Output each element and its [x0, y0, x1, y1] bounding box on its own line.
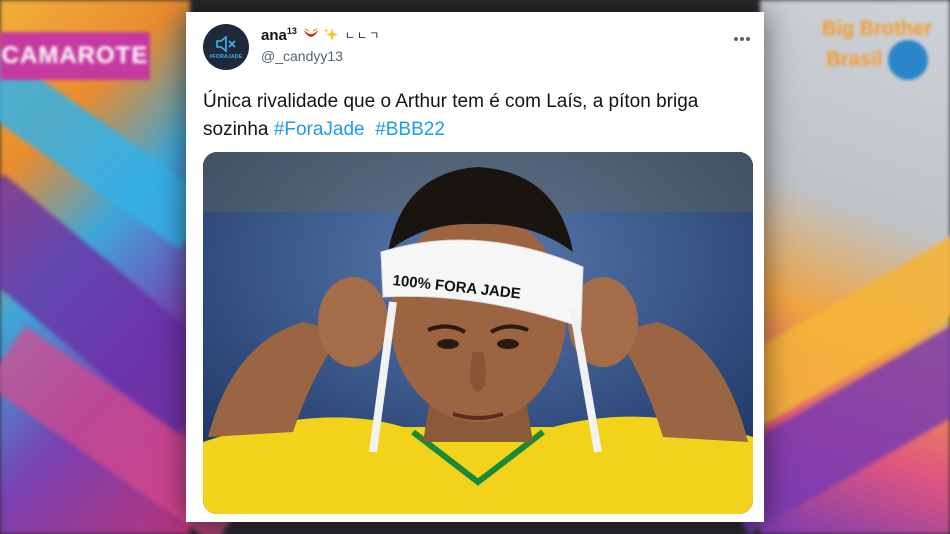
name-suffix: ㄴㄴㄱ: [344, 30, 382, 42]
avatar-text: #FORAJADE: [209, 53, 243, 60]
hashtag-bbb22[interactable]: #BBB22: [375, 119, 445, 140]
more-options-icon[interactable]: [734, 28, 752, 41]
name-superscript: 13: [286, 26, 297, 36]
sparkles-emoji: [323, 28, 338, 41]
bbb-logo: Big Brother Brasil: [812, 18, 942, 82]
muted-speaker-icon: [216, 34, 236, 53]
laughing-face-emoji: [303, 28, 318, 37]
hashtag-forajade[interactable]: #ForaJade: [274, 119, 365, 140]
background-left-panel: [0, 0, 255, 534]
bbb-logo-badge: [887, 40, 928, 80]
player-photo: 100% FORA JADE: [203, 152, 753, 514]
display-name[interactable]: ana13: [261, 26, 297, 44]
tweet-card[interactable]: #FORAJADE ana13 ㄴㄴㄱ @_candyy13 Única riv…: [186, 12, 764, 522]
author-name-row[interactable]: ana13 ㄴㄴㄱ: [261, 26, 381, 44]
avatar[interactable]: #FORAJADE: [203, 24, 249, 70]
camarote-banner: CAMAROTE: [0, 32, 150, 80]
tweet-media-image[interactable]: 100% FORA JADE: [203, 152, 753, 514]
tweet-text: Única rivalidade que o Arthur tem é com …: [203, 88, 753, 144]
user-handle[interactable]: @_candyy13: [261, 48, 343, 64]
